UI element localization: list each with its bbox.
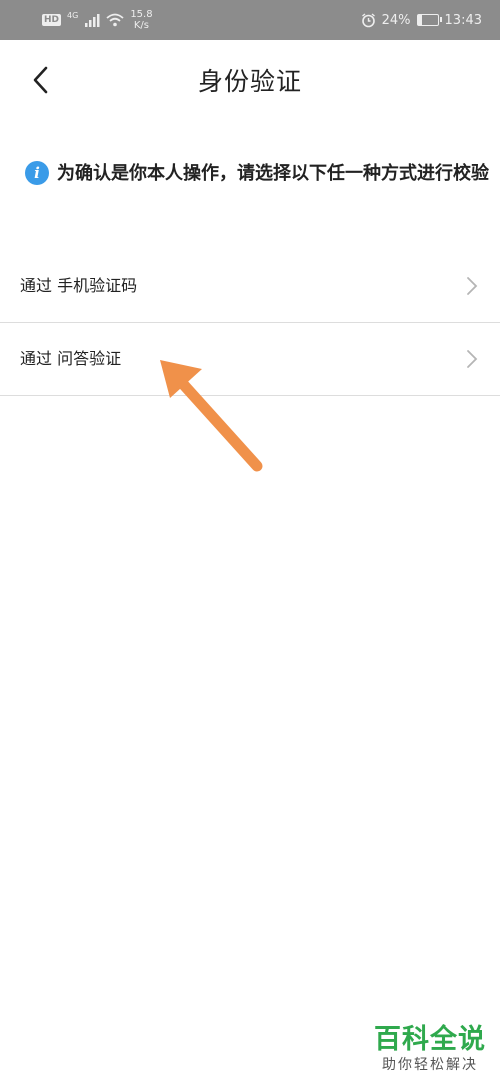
option-label: 通过 问答验证 bbox=[20, 349, 122, 368]
page-title: 身份验证 bbox=[197, 67, 302, 96]
hd-badge: HD bbox=[42, 14, 62, 26]
battery-fill bbox=[417, 15, 423, 25]
battery-icon bbox=[416, 14, 442, 26]
clock: 13:43 bbox=[444, 12, 482, 28]
watermark-sub: 助你轻松解决 bbox=[382, 1057, 478, 1073]
wifi-icon bbox=[106, 13, 124, 27]
watermark-main: 百科全说 bbox=[374, 1024, 486, 1055]
option-qa-verify[interactable]: 通过 问答验证 bbox=[0, 323, 500, 396]
status-left: HD 4G 15.8 K/s bbox=[42, 0, 153, 40]
nav-bar: 身份验证 bbox=[0, 40, 500, 120]
option-sms-code[interactable]: 通过 手机验证码 bbox=[0, 250, 500, 323]
alarm-icon bbox=[361, 12, 375, 27]
speed-unit: K/s bbox=[133, 20, 150, 31]
status-right: 24% 13:43 bbox=[361, 0, 482, 40]
battery-percent: 24% bbox=[381, 12, 411, 28]
chevron-right-icon bbox=[467, 350, 478, 368]
status-bar: HD 4G 15.8 K/s 24% 13:43 bbox=[0, 0, 500, 40]
chevron-right-icon bbox=[467, 277, 478, 295]
option-label: 通过 手机验证码 bbox=[20, 276, 138, 295]
speed-value: 15.8 bbox=[130, 9, 153, 20]
signal-icon bbox=[85, 14, 100, 27]
watermark-logo: 百科全说 助你轻松解决 bbox=[374, 1024, 486, 1074]
notice-text: 为确认是你本人操作，请选择以下任一种方式进行校验 bbox=[57, 163, 489, 184]
verification-notice: i 为确认是你本人操作，请选择以下任一种方式进行校验 bbox=[20, 158, 490, 189]
info-icon: i bbox=[25, 161, 49, 185]
network-type: 4G bbox=[67, 11, 79, 20]
network-speed: 15.8 K/s bbox=[130, 9, 152, 31]
